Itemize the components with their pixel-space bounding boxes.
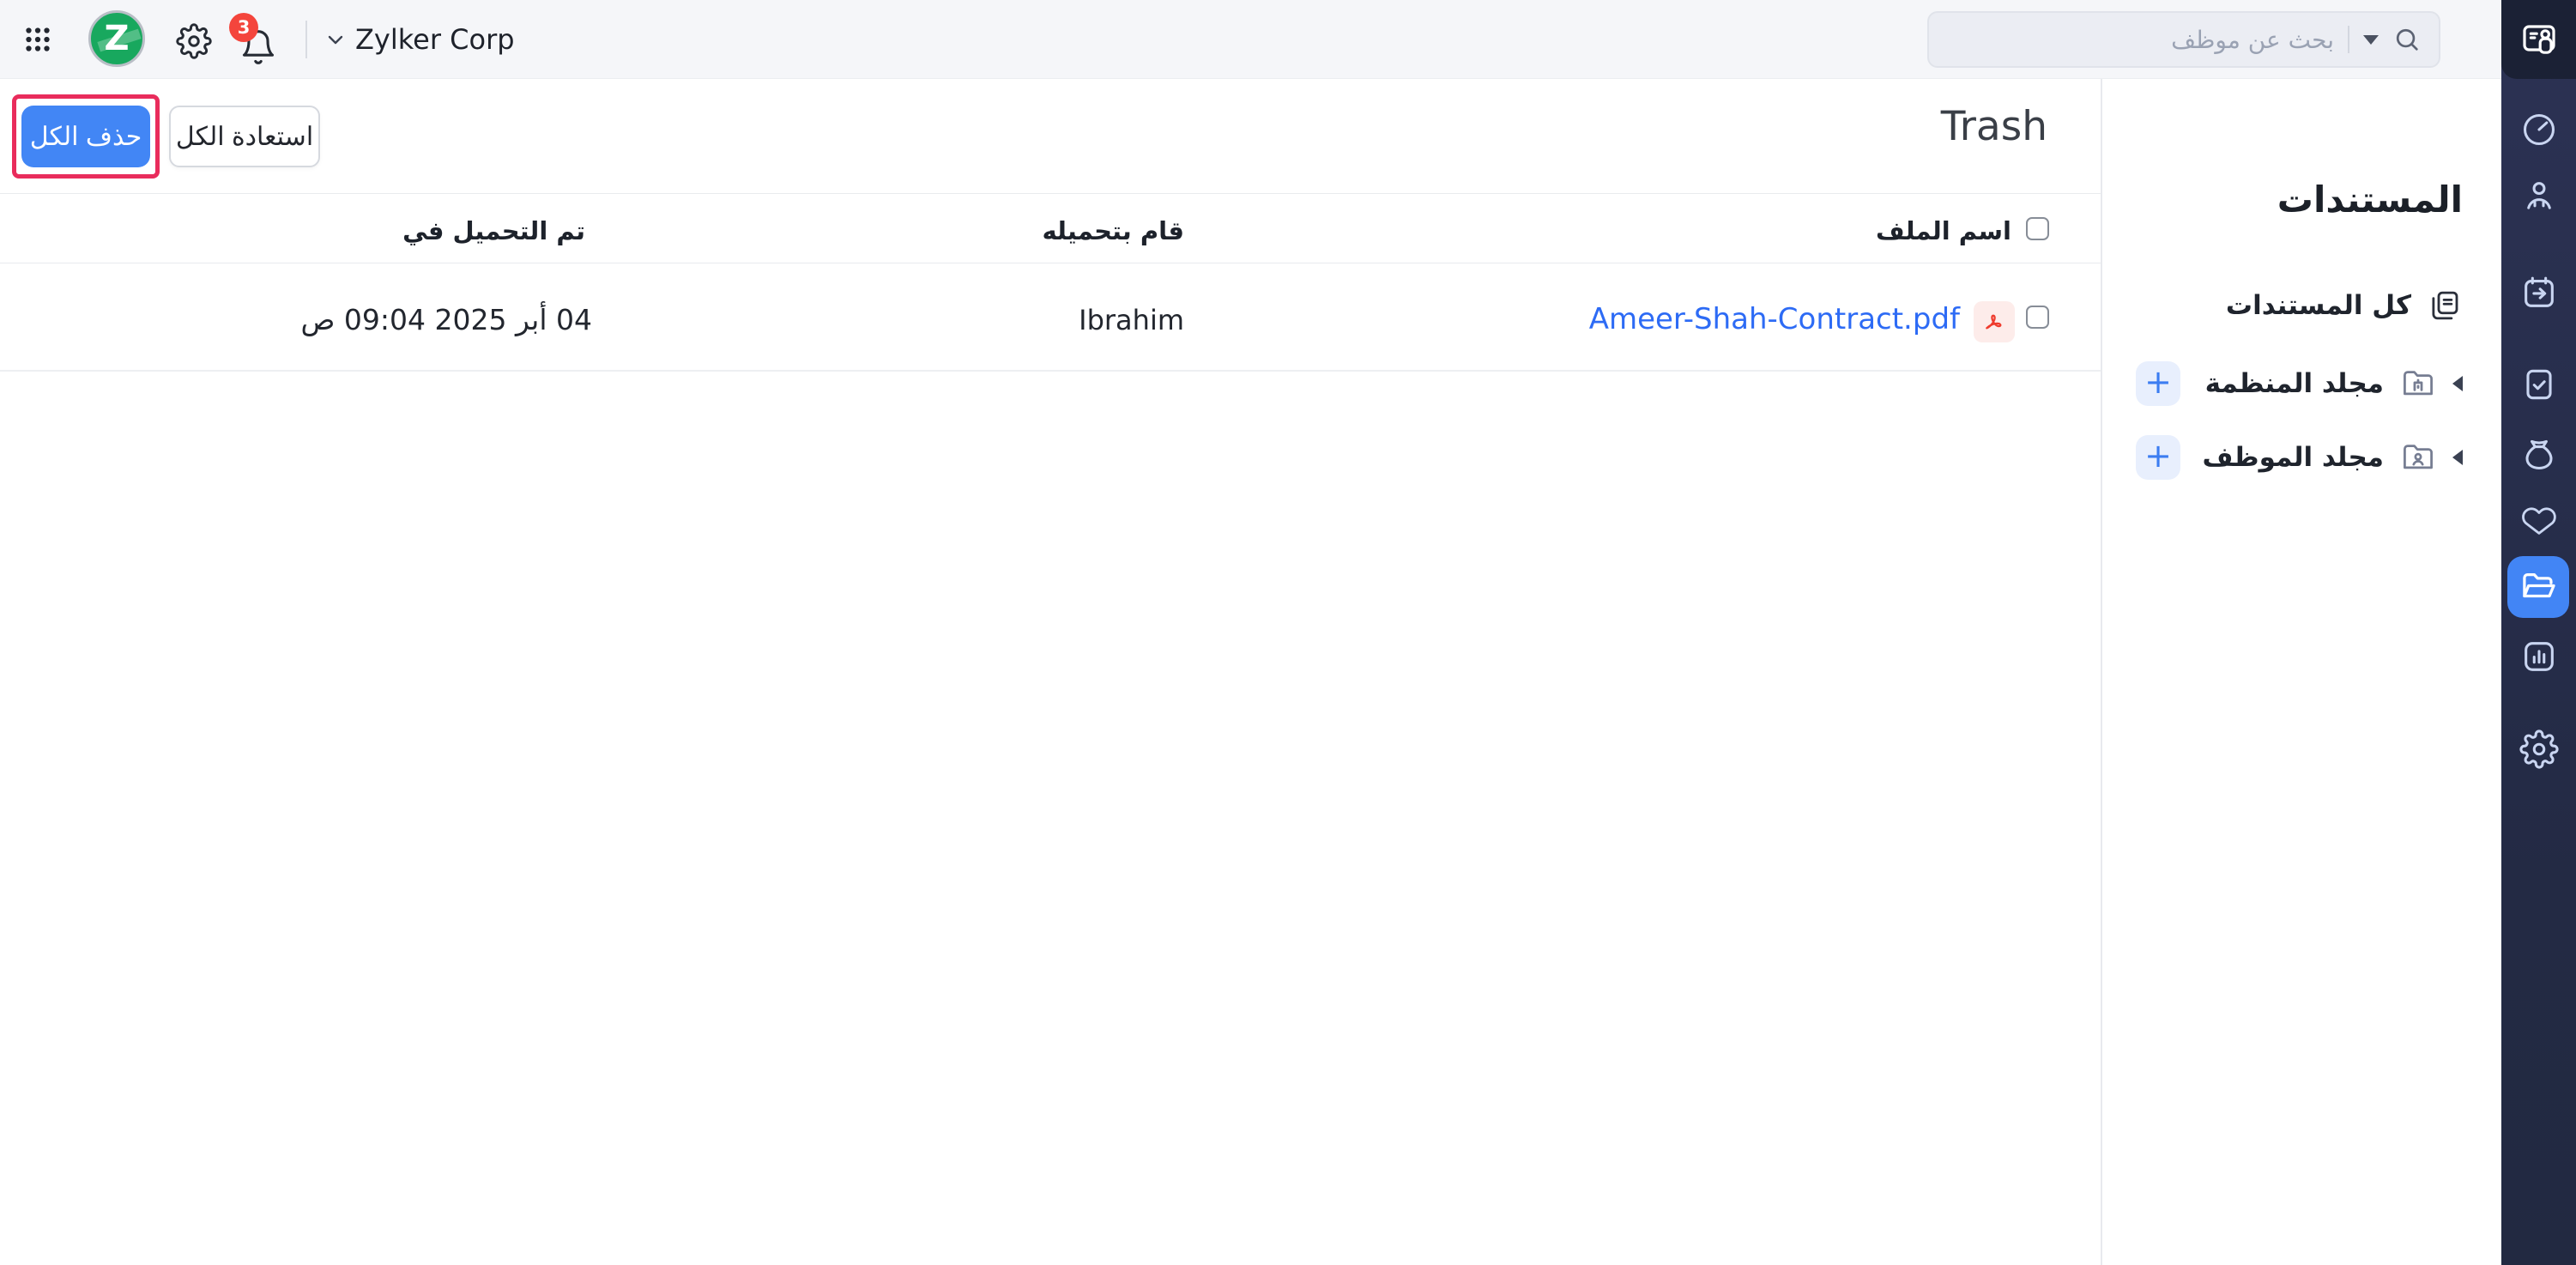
company-switcher[interactable]: Zylker Corp — [355, 0, 515, 79]
tree-item-label: مجلد الموظف — [2203, 442, 2385, 473]
table-header-row: اسم الملف قام بتحميله تم التحميل في — [0, 193, 2101, 263]
table-row: Ameer-Shah-Contract.pdf Ibrahim 04 أبر 2… — [0, 263, 2101, 372]
topbar-left-cluster: Z 3 Zylker Corp — [0, 0, 1287, 79]
search-icon — [2392, 25, 2422, 54]
apps-grid-icon[interactable] — [22, 24, 53, 55]
documents-panel: المستندات كل المستندات مجلد المنظمة + — [2102, 79, 2501, 1265]
settings-icon[interactable] — [176, 23, 212, 63]
chevron-down-icon[interactable] — [326, 33, 345, 51]
tree-item-all-documents[interactable]: كل المستندات — [2102, 280, 2501, 331]
organization-folder-icon — [2399, 365, 2437, 402]
tree-item-label: مجلد المنظمة — [2205, 368, 2384, 399]
search-placeholder: بحث عن موظف — [2171, 26, 2334, 54]
documents-stack-icon — [2427, 288, 2463, 324]
column-header-uploaded-at: تم التحميل في — [402, 216, 585, 245]
wellbeing-heart-icon[interactable] — [2519, 500, 2560, 542]
search-input[interactable]: بحث عن موظف — [1927, 11, 2440, 68]
tasks-check-icon[interactable] — [2519, 364, 2560, 405]
reports-chart-icon[interactable] — [2519, 636, 2560, 677]
settings-gear-icon[interactable] — [2519, 729, 2560, 770]
attendance-calendar-icon[interactable] — [2519, 272, 2560, 313]
column-header-uploaded-by: قام بتحميله — [1042, 216, 1184, 245]
topbar: Z 3 Zylker Corp — [0, 0, 2501, 79]
uploaded-at-cell: 04 أبر 2025 09:04 ص — [300, 303, 592, 336]
topbar-divider — [305, 21, 307, 58]
pdf-file-icon — [1974, 301, 2015, 342]
collapse-caret-icon[interactable] — [2452, 376, 2463, 391]
delete-all-button[interactable]: حذف الكل — [21, 106, 150, 167]
search-filter-caret-icon[interactable] — [2363, 35, 2379, 45]
row-checkbox[interactable] — [2026, 306, 2049, 329]
tree-item-organization-folder[interactable]: مجلد المنظمة + — [2102, 355, 2501, 412]
uploaded-by-cell: Ibrahim — [1079, 304, 1184, 336]
zoho-logo[interactable]: Z — [88, 10, 145, 67]
employee-card-icon[interactable] — [2501, 0, 2576, 79]
files-folder-icon[interactable] — [2507, 556, 2569, 618]
logo-letter: Z — [104, 19, 129, 58]
tree-item-employee-folder[interactable]: مجلد الموظف + — [2102, 429, 2501, 486]
people-icon[interactable] — [2519, 175, 2560, 216]
dashboard-clock-icon[interactable] — [2519, 109, 2560, 150]
app-window: Z 3 Zylker Corp — [0, 0, 2576, 1265]
file-name-link[interactable]: Ameer-Shah-Contract.pdf — [1589, 302, 1960, 336]
employee-folder-icon — [2399, 439, 2437, 476]
tree-item-label: كل المستندات — [2226, 290, 2411, 321]
search-separator — [2348, 26, 2349, 53]
trash-page: حذف الكل استعادة الكل Trash اسم الملف قا… — [0, 79, 2101, 1265]
select-all-checkbox[interactable] — [2026, 217, 2049, 240]
restore-all-button[interactable]: استعادة الكل — [169, 106, 320, 167]
page-title: Trash — [1941, 103, 2047, 150]
notifications-count-badge[interactable]: 3 — [229, 13, 258, 42]
app-rail — [2501, 0, 2576, 1265]
add-folder-button[interactable]: + — [2136, 435, 2180, 480]
collapse-caret-icon[interactable] — [2452, 450, 2463, 465]
compensation-bag-icon[interactable] — [2519, 433, 2560, 475]
column-header-file-name: اسم الملف — [1876, 216, 2011, 245]
documents-panel-title: المستندات — [2277, 179, 2463, 221]
add-folder-button[interactable]: + — [2136, 361, 2180, 406]
